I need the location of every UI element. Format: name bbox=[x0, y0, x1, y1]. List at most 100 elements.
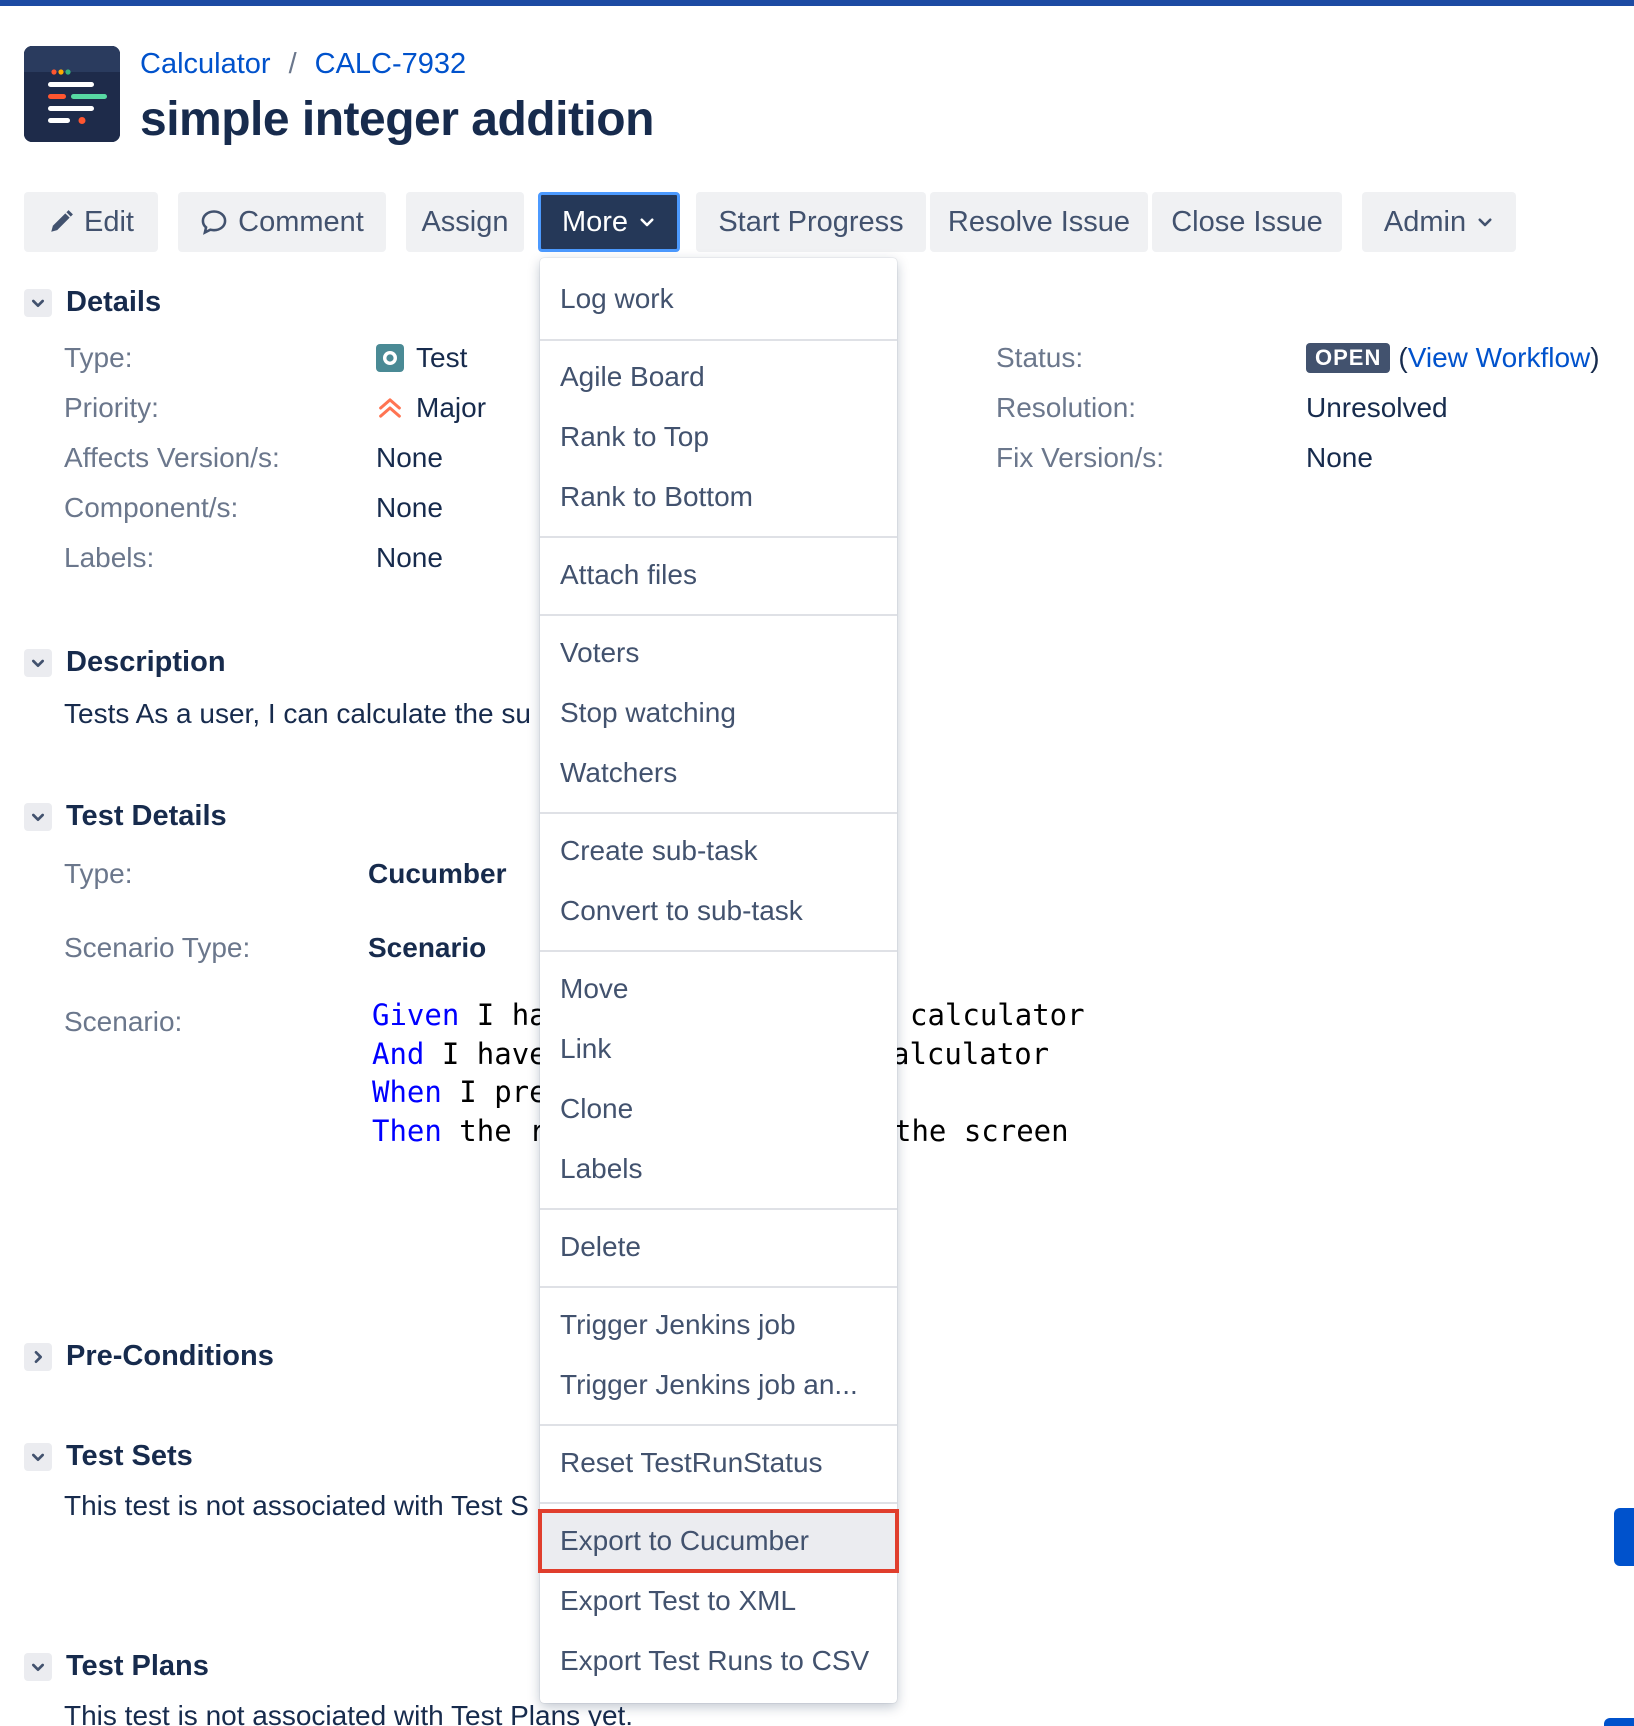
menu-divider bbox=[540, 1286, 897, 1288]
test-sets-section-toggle[interactable]: Test Sets bbox=[24, 1440, 193, 1473]
scenario-line-tail: calculator bbox=[910, 998, 1085, 1032]
scenario-code-tail: the screen bbox=[894, 1112, 1069, 1151]
project-avatar-icon[interactable] bbox=[24, 46, 120, 142]
fix-versions-label: Fix Version/s: bbox=[996, 442, 1165, 473]
resolution-value: Unresolved bbox=[1306, 392, 1448, 423]
menu-divider bbox=[540, 614, 897, 616]
priority-major-icon bbox=[379, 398, 401, 418]
more-button[interactable]: More bbox=[538, 192, 680, 252]
edit-button[interactable]: Edit bbox=[24, 192, 158, 252]
menu-item-voters[interactable]: Voters bbox=[540, 623, 897, 683]
scenario-label: Scenario: bbox=[64, 1006, 183, 1037]
pre-conditions-section-toggle[interactable]: Pre-Conditions bbox=[24, 1340, 274, 1373]
scenario-line-text: I pre bbox=[441, 1075, 547, 1109]
menu-item-reset-testrunstatus[interactable]: Reset TestRunStatus bbox=[540, 1433, 897, 1493]
menu-item-move[interactable]: Move bbox=[540, 959, 897, 1019]
test-type-label: Type: bbox=[64, 858, 133, 889]
gherkin-keyword: Given bbox=[372, 998, 460, 1032]
scenario-line-text: the r bbox=[441, 1113, 547, 1148]
assign-button[interactable]: Assign bbox=[406, 192, 524, 252]
test-details-section-toggle[interactable]: Test Details bbox=[24, 800, 227, 833]
scenario-code-tail: alculator bbox=[892, 1035, 1049, 1074]
priority-value: Major bbox=[376, 392, 486, 424]
gherkin-keyword: Then bbox=[372, 1113, 442, 1148]
details-section-toggle[interactable]: Details bbox=[24, 286, 161, 319]
top-accent-bar bbox=[0, 0, 1634, 6]
breadcrumb-issue-key-link[interactable]: CALC-7932 bbox=[315, 48, 467, 81]
start-progress-label: Start Progress bbox=[718, 205, 904, 238]
priority-label: Priority: bbox=[64, 392, 159, 423]
menu-item-export-test-runs-to-csv[interactable]: Export Test Runs to CSV bbox=[540, 1631, 897, 1691]
status-badge: OPEN bbox=[1306, 343, 1391, 373]
assign-label: Assign bbox=[421, 205, 509, 238]
resolution-label: Resolution: bbox=[996, 392, 1137, 423]
comment-label: Comment bbox=[238, 205, 364, 238]
menu-divider bbox=[540, 812, 897, 814]
menu-item-convert-to-sub-task[interactable]: Convert to sub-task bbox=[540, 881, 897, 941]
close-issue-label: Close Issue bbox=[1171, 205, 1323, 238]
menu-divider bbox=[540, 950, 897, 952]
breadcrumb: Calculator / CALC-7932 bbox=[140, 48, 466, 81]
scenario-type-label: Scenario Type: bbox=[64, 932, 251, 963]
menu-item-clone[interactable]: Clone bbox=[540, 1079, 897, 1139]
menu-item-link[interactable]: Link bbox=[540, 1019, 897, 1079]
status-value: OPEN (View Workflow) bbox=[1306, 342, 1600, 374]
comment-button[interactable]: Comment bbox=[178, 192, 386, 252]
menu-item-stop-watching[interactable]: Stop watching bbox=[540, 683, 897, 743]
menu-divider bbox=[540, 1502, 897, 1504]
menu-item-export-to-cucumber[interactable]: Export to Cucumber bbox=[538, 1509, 899, 1573]
admin-button[interactable]: Admin bbox=[1362, 192, 1516, 252]
test-plans-text: This test is not associated with Test Pl… bbox=[64, 1700, 634, 1726]
components-value: None bbox=[376, 492, 443, 523]
status-label: Status: bbox=[996, 342, 1084, 373]
description-section-toggle[interactable]: Description bbox=[24, 646, 226, 679]
test-sets-heading: Test Sets bbox=[66, 1440, 193, 1472]
labels-value: None bbox=[376, 542, 443, 573]
menu-item-rank-to-bottom[interactable]: Rank to Bottom bbox=[540, 467, 897, 527]
menu-item-agile-board[interactable]: Agile Board bbox=[540, 347, 897, 407]
menu-item-trigger-jenkins-job-and[interactable]: Trigger Jenkins job an... bbox=[540, 1355, 897, 1415]
affects-versions-label: Affects Version/s: bbox=[64, 442, 280, 473]
feedback-tab[interactable] bbox=[1604, 1718, 1634, 1726]
resolve-issue-button[interactable]: Resolve Issue bbox=[930, 192, 1148, 252]
gherkin-keyword: When bbox=[372, 1075, 442, 1109]
start-progress-button[interactable]: Start Progress bbox=[696, 192, 926, 252]
components-label: Component/s: bbox=[64, 492, 239, 523]
menu-item-rank-to-top[interactable]: Rank to Top bbox=[540, 407, 897, 467]
menu-item-delete[interactable]: Delete bbox=[540, 1217, 897, 1277]
scenario-code-block: Given I ha And I have When I pre Then th… bbox=[372, 996, 547, 1150]
breadcrumb-project-link[interactable]: Calculator bbox=[140, 48, 271, 81]
pencil-icon bbox=[51, 210, 73, 232]
edit-label: Edit bbox=[84, 205, 134, 238]
workflow-paren-open: ( bbox=[1398, 342, 1408, 373]
admin-label: Admin bbox=[1383, 205, 1467, 238]
test-sets-text: This test is not associated with Test S bbox=[64, 1490, 529, 1521]
menu-item-export-test-to-xml[interactable]: Export Test to XML bbox=[540, 1571, 897, 1631]
side-panel-tab[interactable] bbox=[1614, 1508, 1634, 1566]
test-issue-type-icon bbox=[376, 344, 404, 372]
chevron-down-icon bbox=[24, 288, 52, 317]
close-issue-button[interactable]: Close Issue bbox=[1152, 192, 1342, 252]
test-details-heading: Test Details bbox=[66, 800, 227, 832]
scenario-line-tail: alculator bbox=[892, 1036, 1050, 1071]
more-dropdown-menu: Log work Agile Board Rank to Top Rank to… bbox=[538, 258, 899, 1703]
menu-item-attach-files[interactable]: Attach files bbox=[540, 545, 897, 605]
menu-item-labels[interactable]: Labels bbox=[540, 1139, 897, 1199]
description-heading: Description bbox=[66, 646, 226, 678]
chevron-down-icon bbox=[24, 802, 52, 831]
test-plans-section-toggle[interactable]: Test Plans bbox=[24, 1650, 209, 1683]
issue-title[interactable]: simple integer addition bbox=[140, 92, 654, 147]
scenario-line-text: I ha bbox=[459, 998, 547, 1032]
description-text[interactable]: Tests As a user, I can calculate the su bbox=[64, 698, 531, 730]
type-label: Type: bbox=[64, 342, 133, 373]
chevron-right-icon bbox=[24, 1342, 52, 1371]
menu-item-watchers[interactable]: Watchers bbox=[540, 743, 897, 803]
resolve-issue-label: Resolve Issue bbox=[947, 205, 1131, 238]
chevron-down-icon bbox=[24, 1442, 52, 1471]
menu-item-create-sub-task[interactable]: Create sub-task bbox=[540, 821, 897, 881]
chevron-down-icon bbox=[640, 218, 654, 227]
view-workflow-link[interactable]: View Workflow bbox=[1408, 342, 1591, 373]
menu-item-log-work[interactable]: Log work bbox=[540, 269, 897, 329]
menu-item-trigger-jenkins-job[interactable]: Trigger Jenkins job bbox=[540, 1295, 897, 1355]
scenario-type-value: Scenario bbox=[368, 932, 487, 963]
